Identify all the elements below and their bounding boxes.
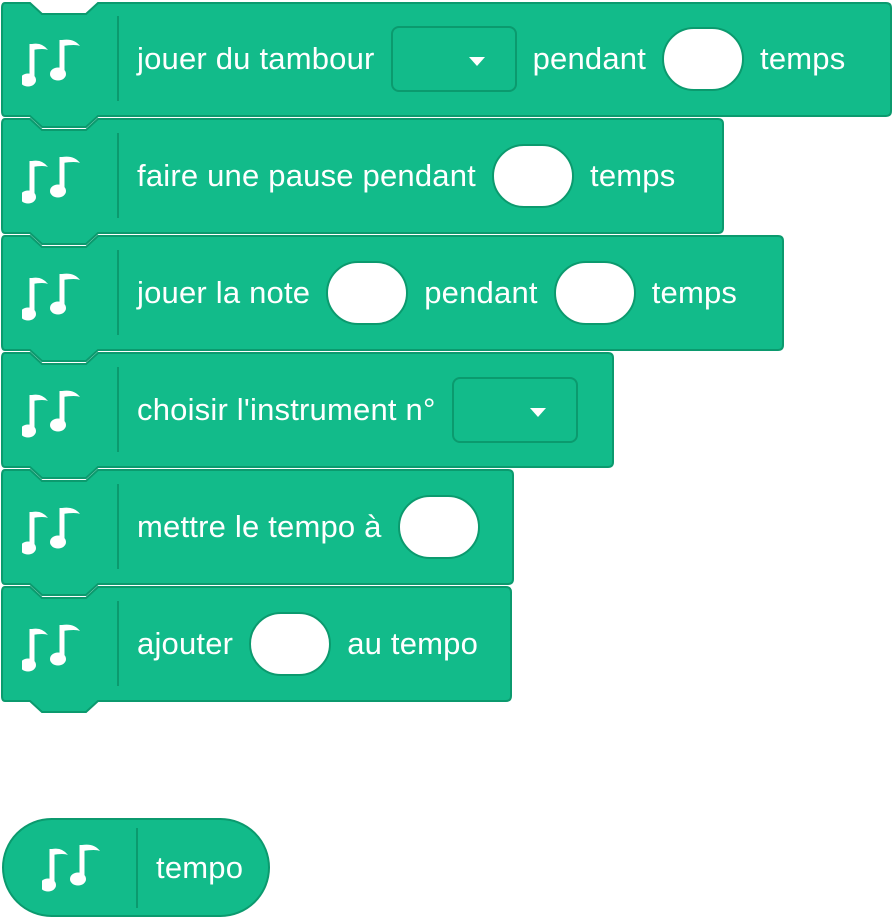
separator [117, 133, 119, 218]
separator [117, 601, 119, 686]
separator [136, 828, 138, 908]
block-label: pendant [532, 40, 647, 76]
change-tempo-block[interactable]: ajouter au tempo [0, 585, 514, 720]
music-notes-icon [22, 389, 86, 445]
chevron-down-icon [529, 407, 546, 417]
tempo-input[interactable] [397, 494, 480, 559]
block-label: mettre le tempo à [137, 508, 382, 544]
music-notes-icon [42, 843, 106, 899]
music-notes-icon [22, 506, 86, 562]
block-label: jouer la note [137, 274, 311, 310]
block-label: choisir l'instrument n° [137, 391, 436, 427]
block-label: temps [651, 274, 738, 310]
separator [117, 484, 119, 569]
block-label: ajouter [137, 625, 234, 661]
music-notes-icon [22, 155, 86, 211]
separator [117, 367, 119, 452]
set-instrument-block[interactable]: choisir l'instrument n° [0, 351, 616, 479]
instrument-dropdown[interactable] [451, 376, 578, 443]
music-notes-icon [22, 623, 86, 679]
music-notes-icon [22, 38, 86, 94]
reporter-label: tempo [156, 849, 244, 885]
beats-input[interactable] [553, 260, 636, 325]
note-input[interactable] [326, 260, 409, 325]
beats-input[interactable] [492, 143, 574, 208]
block-label: au tempo [347, 625, 479, 661]
music-notes-icon [22, 272, 86, 328]
set-tempo-block[interactable]: mettre le tempo à [0, 468, 516, 596]
block-label: temps [760, 40, 846, 76]
block-label: jouer du tambour [137, 40, 375, 76]
block-label: temps [590, 157, 676, 193]
play-note-block[interactable]: jouer la note pendant temps [0, 234, 786, 362]
block-label: faire une pause pendant [137, 157, 476, 193]
play-drum-block[interactable]: jouer du tambour pendant temps [0, 0, 894, 128]
drum-dropdown[interactable] [390, 25, 517, 92]
rest-block[interactable]: faire une pause pendant temps [0, 117, 726, 245]
beats-input[interactable] [662, 26, 745, 91]
tempo-reporter-block[interactable]: tempo [2, 818, 270, 917]
separator [117, 16, 119, 101]
chevron-down-icon [468, 56, 485, 66]
block-label: pendant [424, 274, 538, 310]
tempo-change-input[interactable] [249, 611, 332, 676]
separator [117, 250, 119, 335]
